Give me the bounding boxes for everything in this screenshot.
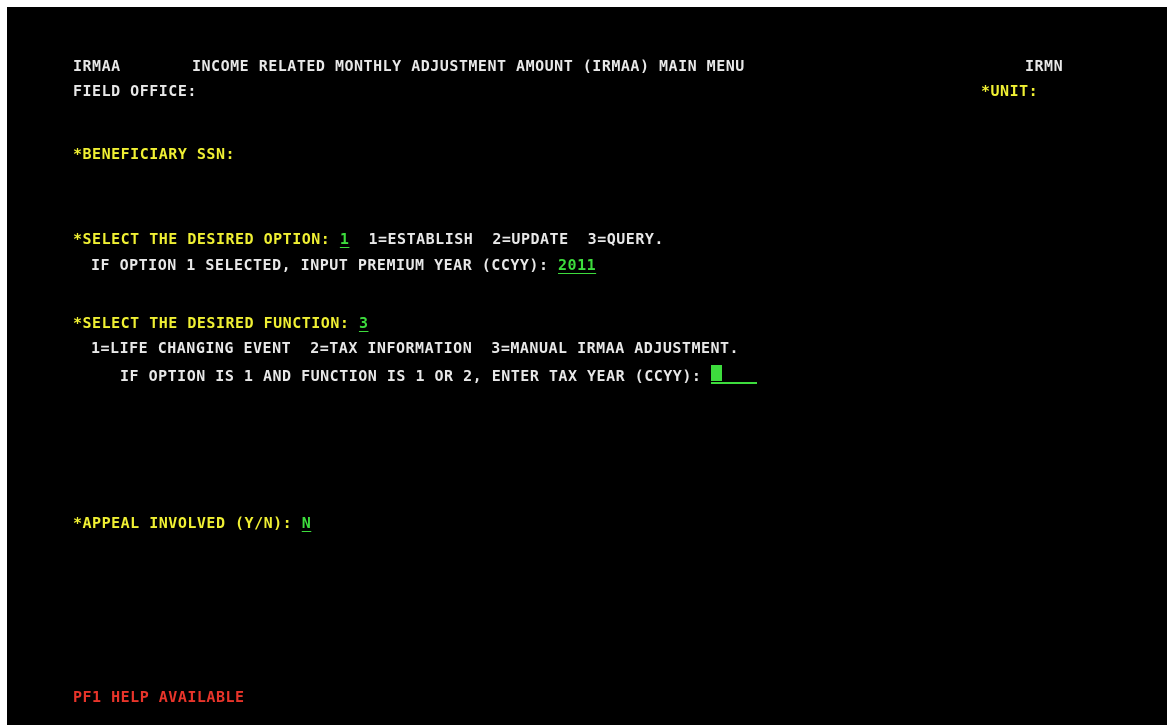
appeal-label: *APPEAL INVOLVED (Y/N): xyxy=(73,514,293,532)
option-input[interactable]: 1 xyxy=(340,230,350,248)
tax-year-input[interactable] xyxy=(710,364,757,384)
tax-year-label: IF OPTION IS 1 AND FUNCTION IS 1 OR 2, E… xyxy=(120,367,702,385)
function-choices: 1=LIFE CHANGING EVENT 2=TAX INFORMATION … xyxy=(91,339,740,357)
premium-year-row: IF OPTION 1 SELECTED, INPUT PREMIUM YEAR… xyxy=(91,255,596,275)
option-row: *SELECT THE DESIRED OPTION: 1 1=ESTABLIS… xyxy=(73,229,664,249)
appeal-input[interactable]: N xyxy=(302,514,312,532)
option-choices: 1=ESTABLISH 2=UPDATE 3=QUERY. xyxy=(368,230,664,248)
beneficiary-ssn-label: *BENEFICIARY SSN: xyxy=(73,145,236,163)
premium-year-label: IF OPTION 1 SELECTED, INPUT PREMIUM YEAR… xyxy=(91,256,549,274)
cursor-block xyxy=(710,365,722,381)
option-label: *SELECT THE DESIRED OPTION: xyxy=(73,230,331,248)
appeal-row: *APPEAL INVOLVED (Y/N): N xyxy=(73,513,311,533)
help-message: PF1 HELP AVAILABLE xyxy=(73,688,245,706)
function-input[interactable]: 3 xyxy=(359,314,369,332)
terminal-screen: IRMAA INCOME RELATED MONTHLY ADJUSTMENT … xyxy=(7,7,1167,725)
field-office-label: FIELD OFFICE: xyxy=(73,82,197,100)
function-row: *SELECT THE DESIRED FUNCTION: 3 xyxy=(73,313,368,333)
unit-label: *UNIT: xyxy=(981,82,1039,100)
function-label: *SELECT THE DESIRED FUNCTION: xyxy=(73,314,350,332)
tax-year-row: IF OPTION IS 1 AND FUNCTION IS 1 OR 2, E… xyxy=(120,364,757,386)
premium-year-input[interactable]: 2011 xyxy=(558,256,596,274)
screen-code: IRMN xyxy=(1025,57,1064,75)
screen-title: INCOME RELATED MONTHLY ADJUSTMENT AMOUNT… xyxy=(192,57,745,75)
screen-id: IRMAA xyxy=(73,57,121,75)
